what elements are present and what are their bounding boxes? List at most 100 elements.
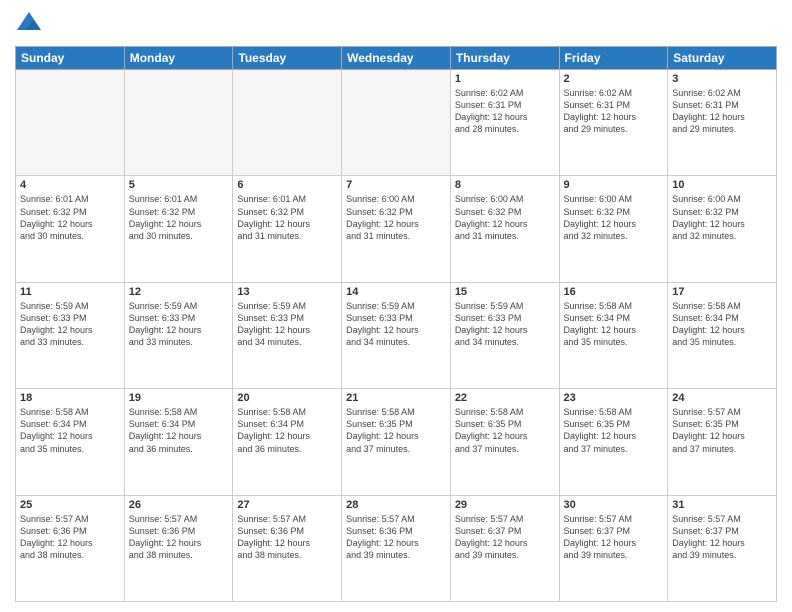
calendar-cell: 19 Sunrise: 5:58 AM Sunset: 6:34 PM Dayli… bbox=[124, 389, 233, 495]
cell-info: Sunrise: 5:57 AM Sunset: 6:36 PM Dayligh… bbox=[346, 513, 446, 562]
cell-info: Sunrise: 6:02 AM Sunset: 6:31 PM Dayligh… bbox=[672, 87, 772, 136]
calendar-cell: 29 Sunrise: 5:57 AM Sunset: 6:37 PM Dayli… bbox=[450, 495, 559, 601]
day-number: 2 bbox=[564, 73, 664, 85]
day-number: 28 bbox=[346, 499, 446, 511]
cell-info: Sunrise: 5:58 AM Sunset: 6:34 PM Dayligh… bbox=[672, 300, 772, 349]
cell-info: Sunrise: 5:58 AM Sunset: 6:35 PM Dayligh… bbox=[455, 406, 555, 455]
calendar-header-wednesday: Wednesday bbox=[342, 47, 451, 70]
calendar-header-row: SundayMondayTuesdayWednesdayThursdayFrid… bbox=[16, 47, 777, 70]
calendar-cell: 15 Sunrise: 5:59 AM Sunset: 6:33 PM Dayli… bbox=[450, 282, 559, 388]
calendar-header-friday: Friday bbox=[559, 47, 668, 70]
calendar-cell: 1 Sunrise: 6:02 AM Sunset: 6:31 PM Daylig… bbox=[450, 70, 559, 176]
cell-info: Sunrise: 5:57 AM Sunset: 6:35 PM Dayligh… bbox=[672, 406, 772, 455]
calendar-cell: 6 Sunrise: 6:01 AM Sunset: 6:32 PM Daylig… bbox=[233, 176, 342, 282]
cell-info: Sunrise: 5:58 AM Sunset: 6:35 PM Dayligh… bbox=[346, 406, 446, 455]
cell-info: Sunrise: 6:01 AM Sunset: 6:32 PM Dayligh… bbox=[20, 193, 120, 242]
cell-info: Sunrise: 5:58 AM Sunset: 6:34 PM Dayligh… bbox=[237, 406, 337, 455]
header bbox=[15, 10, 777, 38]
day-number: 10 bbox=[672, 179, 772, 191]
cell-info: Sunrise: 6:00 AM Sunset: 6:32 PM Dayligh… bbox=[564, 193, 664, 242]
cell-info: Sunrise: 5:59 AM Sunset: 6:33 PM Dayligh… bbox=[455, 300, 555, 349]
calendar-cell: 25 Sunrise: 5:57 AM Sunset: 6:36 PM Dayli… bbox=[16, 495, 125, 601]
calendar-cell: 31Sunrise: 5:57 AM Sunset: 6:37 PM Dayli… bbox=[668, 495, 777, 601]
calendar-cell bbox=[124, 70, 233, 176]
cell-info: Sunrise: 6:01 AM Sunset: 6:32 PM Dayligh… bbox=[237, 193, 337, 242]
day-number: 11 bbox=[20, 286, 120, 298]
day-number: 19 bbox=[129, 392, 229, 404]
cell-info: Sunrise: 6:00 AM Sunset: 6:32 PM Dayligh… bbox=[672, 193, 772, 242]
calendar-cell: 28 Sunrise: 5:57 AM Sunset: 6:36 PM Dayli… bbox=[342, 495, 451, 601]
calendar-cell: 17 Sunrise: 5:58 AM Sunset: 6:34 PM Dayli… bbox=[668, 282, 777, 388]
calendar-cell: 30Sunrise: 5:57 AM Sunset: 6:37 PM Dayli… bbox=[559, 495, 668, 601]
cell-info: Sunrise: 5:58 AM Sunset: 6:35 PM Dayligh… bbox=[564, 406, 664, 455]
day-number: 31 bbox=[672, 499, 772, 511]
cell-info: Sunrise: 5:57 AM Sunset: 6:36 PM Dayligh… bbox=[237, 513, 337, 562]
cell-info: Sunrise: 5:57 AM Sunset: 6:37 PM Dayligh… bbox=[455, 513, 555, 562]
day-number: 3 bbox=[672, 73, 772, 85]
calendar-cell: 11 Sunrise: 5:59 AM Sunset: 6:33 PM Dayli… bbox=[16, 282, 125, 388]
calendar-cell bbox=[342, 70, 451, 176]
calendar-cell: 8 Sunrise: 6:00 AM Sunset: 6:32 PM Daylig… bbox=[450, 176, 559, 282]
day-number: 9 bbox=[564, 179, 664, 191]
calendar-header-sunday: Sunday bbox=[16, 47, 125, 70]
day-number: 29 bbox=[455, 499, 555, 511]
cell-info: Sunrise: 6:02 AM Sunset: 6:31 PM Dayligh… bbox=[455, 87, 555, 136]
calendar-header-saturday: Saturday bbox=[668, 47, 777, 70]
day-number: 23 bbox=[564, 392, 664, 404]
calendar-header-tuesday: Tuesday bbox=[233, 47, 342, 70]
calendar-cell: 4 Sunrise: 6:01 AM Sunset: 6:32 PM Daylig… bbox=[16, 176, 125, 282]
cell-info: Sunrise: 6:02 AM Sunset: 6:31 PM Dayligh… bbox=[564, 87, 664, 136]
cell-info: Sunrise: 5:58 AM Sunset: 6:34 PM Dayligh… bbox=[129, 406, 229, 455]
cell-info: Sunrise: 5:57 AM Sunset: 6:36 PM Dayligh… bbox=[20, 513, 120, 562]
day-number: 18 bbox=[20, 392, 120, 404]
calendar-row-2: 11 Sunrise: 5:59 AM Sunset: 6:33 PM Dayli… bbox=[16, 282, 777, 388]
calendar-cell: 2 Sunrise: 6:02 AM Sunset: 6:31 PM Daylig… bbox=[559, 70, 668, 176]
day-number: 16 bbox=[564, 286, 664, 298]
day-number: 26 bbox=[129, 499, 229, 511]
cell-info: Sunrise: 6:00 AM Sunset: 6:32 PM Dayligh… bbox=[346, 193, 446, 242]
day-number: 1 bbox=[455, 73, 555, 85]
calendar-cell: 12 Sunrise: 5:59 AM Sunset: 6:33 PM Dayli… bbox=[124, 282, 233, 388]
day-number: 30 bbox=[564, 499, 664, 511]
cell-info: Sunrise: 5:59 AM Sunset: 6:33 PM Dayligh… bbox=[20, 300, 120, 349]
page: SundayMondayTuesdayWednesdayThursdayFrid… bbox=[0, 0, 792, 612]
cell-info: Sunrise: 6:00 AM Sunset: 6:32 PM Dayligh… bbox=[455, 193, 555, 242]
day-number: 22 bbox=[455, 392, 555, 404]
calendar-cell: 22 Sunrise: 5:58 AM Sunset: 6:35 PM Dayli… bbox=[450, 389, 559, 495]
day-number: 14 bbox=[346, 286, 446, 298]
day-number: 17 bbox=[672, 286, 772, 298]
cell-info: Sunrise: 5:59 AM Sunset: 6:33 PM Dayligh… bbox=[237, 300, 337, 349]
day-number: 8 bbox=[455, 179, 555, 191]
day-number: 21 bbox=[346, 392, 446, 404]
calendar-cell: 26Sunrise: 5:57 AM Sunset: 6:36 PM Dayli… bbox=[124, 495, 233, 601]
calendar-cell: 21 Sunrise: 5:58 AM Sunset: 6:35 PM Dayli… bbox=[342, 389, 451, 495]
calendar-cell: 10 Sunrise: 6:00 AM Sunset: 6:32 PM Dayli… bbox=[668, 176, 777, 282]
day-number: 20 bbox=[237, 392, 337, 404]
calendar-row-0: 1 Sunrise: 6:02 AM Sunset: 6:31 PM Daylig… bbox=[16, 70, 777, 176]
day-number: 15 bbox=[455, 286, 555, 298]
calendar-cell: 14 Sunrise: 5:59 AM Sunset: 6:33 PM Dayli… bbox=[342, 282, 451, 388]
cell-info: Sunrise: 5:59 AM Sunset: 6:33 PM Dayligh… bbox=[346, 300, 446, 349]
calendar-cell: 13 Sunrise: 5:59 AM Sunset: 6:33 PM Dayli… bbox=[233, 282, 342, 388]
logo bbox=[15, 10, 49, 38]
day-number: 12 bbox=[129, 286, 229, 298]
day-number: 4 bbox=[20, 179, 120, 191]
calendar-cell: 16 Sunrise: 5:58 AM Sunset: 6:34 PM Dayli… bbox=[559, 282, 668, 388]
calendar-header-thursday: Thursday bbox=[450, 47, 559, 70]
calendar-cell: 7Sunrise: 6:00 AM Sunset: 6:32 PM Daylig… bbox=[342, 176, 451, 282]
calendar-table: SundayMondayTuesdayWednesdayThursdayFrid… bbox=[15, 46, 777, 602]
day-number: 6 bbox=[237, 179, 337, 191]
calendar-cell: 24Sunrise: 5:57 AM Sunset: 6:35 PM Dayli… bbox=[668, 389, 777, 495]
logo-icon bbox=[15, 10, 43, 38]
day-number: 25 bbox=[20, 499, 120, 511]
cell-info: Sunrise: 5:58 AM Sunset: 6:34 PM Dayligh… bbox=[20, 406, 120, 455]
cell-info: Sunrise: 5:59 AM Sunset: 6:33 PM Dayligh… bbox=[129, 300, 229, 349]
calendar-cell bbox=[16, 70, 125, 176]
cell-info: Sunrise: 5:58 AM Sunset: 6:34 PM Dayligh… bbox=[564, 300, 664, 349]
day-number: 13 bbox=[237, 286, 337, 298]
calendar-cell: 18 Sunrise: 5:58 AM Sunset: 6:34 PM Dayli… bbox=[16, 389, 125, 495]
calendar-cell: 20 Sunrise: 5:58 AM Sunset: 6:34 PM Dayli… bbox=[233, 389, 342, 495]
calendar-cell: 9 Sunrise: 6:00 AM Sunset: 6:32 PM Daylig… bbox=[559, 176, 668, 282]
calendar-cell: 5Sunrise: 6:01 AM Sunset: 6:32 PM Daylig… bbox=[124, 176, 233, 282]
day-number: 27 bbox=[237, 499, 337, 511]
